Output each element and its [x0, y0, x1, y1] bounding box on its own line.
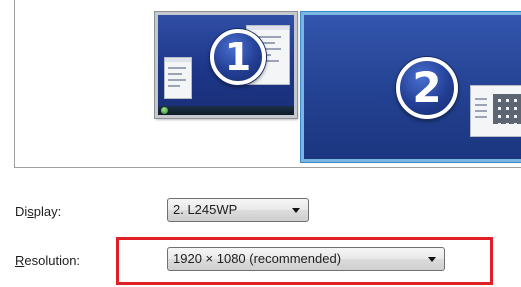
resolution-highlight-box	[116, 237, 493, 285]
taskbar	[158, 106, 294, 115]
start-orb-icon	[161, 107, 168, 114]
monitor-1-number-badge: 1	[210, 29, 266, 85]
monitor-arrangement-area: 1 2	[14, 0, 521, 168]
monitor-2-number-badge: 2	[396, 57, 458, 119]
chevron-down-icon	[292, 208, 300, 213]
monitor-1-thumbnail[interactable]: 1	[155, 12, 297, 118]
display-dropdown[interactable]: 2. L245WP	[167, 198, 309, 222]
resolution-label: Resolution:	[15, 253, 81, 268]
display-label: Display:	[15, 204, 62, 219]
window-preview-icon	[164, 57, 192, 99]
display-dropdown-value: 2. L245WP	[173, 202, 238, 217]
app-grid-preview-icon	[470, 85, 521, 137]
monitor-2-thumbnail[interactable]: 2	[301, 12, 521, 162]
